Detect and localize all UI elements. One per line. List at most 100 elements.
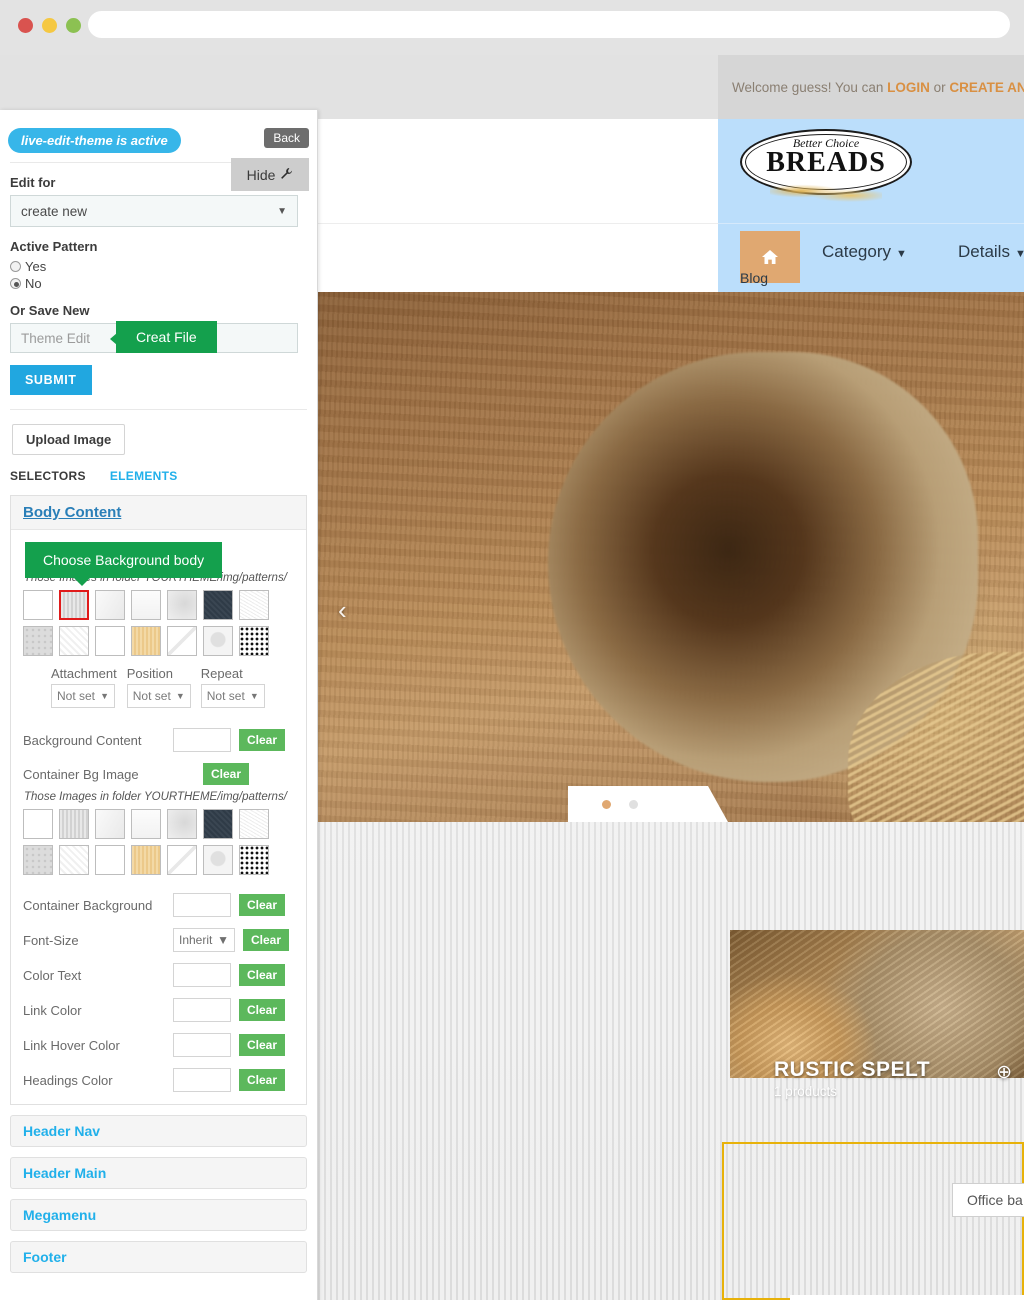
pattern-swatch[interactable] — [239, 590, 269, 620]
carousel-prev-icon[interactable]: ‹ — [338, 597, 347, 623]
create-account-link[interactable]: CREATE AN — [949, 80, 1024, 95]
site-logo[interactable]: Better Choice BREADS — [740, 127, 912, 215]
pattern-swatch[interactable] — [131, 809, 161, 839]
pattern-swatch-grid-container — [23, 809, 275, 875]
link-color-input[interactable] — [173, 998, 231, 1022]
pattern-swatch[interactable] — [167, 809, 197, 839]
site-header: Better Choice BREADS — [718, 119, 1024, 223]
choose-background-body-button[interactable]: Choose Background body — [25, 542, 223, 586]
element-tooltip-label: Office ba — [952, 1183, 1024, 1217]
carousel-dot-2[interactable] — [629, 799, 638, 809]
pattern-swatch[interactable] — [95, 845, 125, 875]
product-card[interactable]: NEW — [790, 1295, 1024, 1300]
pattern-swatch[interactable] — [239, 845, 269, 875]
carousel-dot-1[interactable] — [602, 799, 611, 809]
hide-button[interactable]: Hide — [231, 158, 309, 191]
headings-color-label: Headings Color — [23, 1072, 113, 1088]
clear-button-link-hover-color[interactable]: Clear — [239, 1034, 286, 1056]
pattern-swatch[interactable] — [59, 845, 89, 875]
or-save-new-label: Or Save New — [10, 303, 90, 318]
color-text-label: Color Text — [23, 967, 82, 983]
headings-color-input[interactable] — [173, 1068, 231, 1092]
upload-image-button[interactable]: Upload Image — [12, 424, 126, 455]
radio-yes[interactable] — [10, 261, 21, 272]
nav-item-blog[interactable]: Blog — [740, 270, 768, 286]
section-body-content-header[interactable]: Body Content — [11, 496, 306, 530]
link-hover-color-input[interactable] — [173, 1033, 231, 1057]
pattern-swatch[interactable] — [59, 626, 89, 656]
clear-button-background-content[interactable]: Clear — [239, 729, 286, 751]
pattern-swatch[interactable] — [239, 809, 269, 839]
pattern-swatch[interactable] — [131, 590, 161, 620]
pattern-swatch[interactable] — [203, 590, 233, 620]
clear-button-link-color[interactable]: Clear — [239, 999, 286, 1021]
section-header-main[interactable]: Header Main — [10, 1157, 307, 1189]
nav-item-category-label: Category — [822, 242, 891, 261]
clear-button-headings-color[interactable]: Clear — [239, 1069, 286, 1091]
radio-no[interactable] — [10, 278, 21, 289]
row-headings-color: Headings Color Clear — [23, 1068, 294, 1092]
clear-button-container-bg-image[interactable]: Clear — [203, 763, 250, 785]
pattern-swatch[interactable] — [95, 590, 125, 620]
repeat-select[interactable]: Not set ▼ — [200, 684, 265, 708]
maximize-window-button[interactable] — [66, 18, 81, 33]
nav-item-category[interactable]: Category ▼ — [822, 242, 907, 262]
pattern-swatch[interactable] — [203, 845, 233, 875]
category-card[interactable]: RUSTIC SPELT ⊕ 1 products — [730, 930, 1024, 1102]
pattern-swatch-selected[interactable] — [59, 590, 89, 620]
login-link[interactable]: LOGIN — [887, 80, 930, 95]
plus-circle-icon[interactable]: ⊕ — [996, 1063, 1012, 1082]
clear-button-font-size[interactable]: Clear — [243, 929, 290, 951]
pattern-swatch[interactable] — [167, 626, 197, 656]
color-text-input[interactable] — [173, 963, 231, 987]
repeat-field: Repeat Not set ▼ — [200, 666, 265, 708]
pattern-swatch[interactable] — [203, 626, 233, 656]
section-footer[interactable]: Footer — [10, 1241, 307, 1273]
pattern-swatch[interactable] — [131, 845, 161, 875]
pattern-swatch[interactable] — [167, 845, 197, 875]
section-footer-title: Footer — [23, 1249, 67, 1265]
tab-selectors[interactable]: SELECTORS — [10, 469, 86, 483]
container-background-input[interactable] — [173, 893, 231, 917]
background-content-label: Background Content — [23, 732, 142, 748]
radio-row-yes[interactable]: Yes — [10, 259, 307, 274]
container-background-label: Container Background — [23, 897, 153, 913]
edit-for-value: create new — [21, 203, 88, 219]
attachment-select[interactable]: Not set ▼ — [51, 684, 115, 708]
selected-element-highlight — [722, 1142, 1024, 1300]
section-megamenu[interactable]: Megamenu — [10, 1199, 307, 1231]
address-bar[interactable] — [88, 11, 1010, 38]
section-body-content-title[interactable]: Body Content — [23, 504, 121, 521]
submit-button[interactable]: SUBMIT — [10, 365, 92, 395]
pattern-swatch[interactable] — [167, 590, 197, 620]
pattern-swatch[interactable] — [95, 626, 125, 656]
radio-row-no[interactable]: No — [10, 276, 307, 291]
category-card-count: 1 products — [774, 1084, 838, 1099]
pattern-swatch[interactable] — [59, 809, 89, 839]
back-button[interactable]: Back — [264, 128, 309, 148]
status-badge-active-theme: live-edit-theme is active — [8, 128, 181, 153]
clear-button-color-text[interactable]: Clear — [239, 964, 286, 986]
pattern-swatch[interactable] — [131, 626, 161, 656]
pattern-swatch[interactable] — [95, 809, 125, 839]
position-select[interactable]: Not set ▼ — [126, 684, 191, 708]
background-content-input[interactable] — [173, 728, 231, 752]
clear-button-container-background[interactable]: Clear — [239, 894, 286, 916]
row-font-size: Font-Size Inherit ▼ Clear — [23, 928, 294, 952]
create-file-button[interactable]: Creat File — [110, 321, 217, 353]
pattern-swatch[interactable] — [203, 809, 233, 839]
pattern-swatch[interactable] — [239, 626, 269, 656]
font-size-select[interactable]: Inherit ▼ — [173, 928, 235, 952]
font-size-label: Font-Size — [23, 932, 79, 948]
tab-elements[interactable]: ELEMENTS — [110, 469, 178, 483]
section-header-main-title: Header Main — [23, 1165, 107, 1181]
pattern-swatch[interactable] — [23, 626, 53, 656]
pattern-swatch[interactable] — [23, 809, 53, 839]
pattern-swatch[interactable] — [23, 590, 53, 620]
close-window-button[interactable] — [18, 18, 33, 33]
section-header-nav[interactable]: Header Nav — [10, 1115, 307, 1147]
minimize-window-button[interactable] — [42, 18, 57, 33]
pattern-swatch[interactable] — [23, 845, 53, 875]
nav-item-details[interactable]: Details ▼ — [958, 242, 1024, 262]
edit-for-select[interactable]: create new ▼ — [10, 195, 298, 227]
